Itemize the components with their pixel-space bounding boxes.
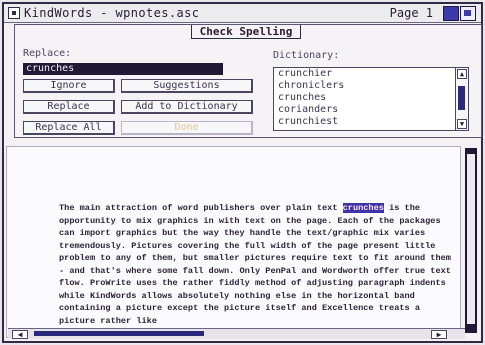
paragraph-text-after: is the opportunity to mix graphics in wi…	[59, 203, 451, 326]
dictionary-scrollbar[interactable]: ▲ ▼	[455, 68, 468, 130]
scroll-left-arrow-icon[interactable]: ◀	[12, 330, 28, 339]
dictionary-item[interactable]: crunchiest	[274, 116, 468, 128]
misspelled-word-highlight[interactable]: crunches	[342, 203, 384, 213]
kindwords-window: KindWords - wpnotes.asc Page 1 Check Spe…	[2, 2, 483, 343]
scroll-up-arrow-icon[interactable]: ▲	[457, 69, 467, 79]
dictionary-item[interactable]: corianders	[274, 104, 468, 116]
dictionary-list[interactable]: crunchier chroniclers crunches coriander…	[273, 67, 469, 131]
replace-label: Replace:	[23, 48, 72, 59]
paragraph-text-before: The main attraction of word publishers o…	[59, 203, 343, 213]
title-bar[interactable]: KindWords - wpnotes.asc Page 1	[4, 4, 481, 23]
check-spelling-dialog: Check Spelling Replace: crunches Diction…	[14, 24, 482, 138]
replace-all-button[interactable]: Replace All	[23, 121, 115, 135]
scroll-right-arrow-icon[interactable]: ▶	[431, 330, 447, 339]
dialog-title: Check Spelling	[191, 25, 301, 39]
ignore-button[interactable]: Ignore	[23, 79, 115, 93]
replace-button[interactable]: Replace	[23, 100, 115, 114]
document-paragraph: The main attraction of word publishers o…	[59, 202, 457, 327]
dictionary-item[interactable]: chroniclers	[274, 80, 468, 92]
vertical-scrollbar[interactable]	[465, 148, 477, 333]
page-indicator: Page 1	[389, 6, 433, 20]
done-button[interactable]: Done	[121, 121, 253, 135]
suggestions-button[interactable]: Suggestions	[121, 79, 253, 93]
dictionary-label: Dictionary:	[273, 50, 340, 61]
close-gadget-icon[interactable]	[8, 7, 20, 19]
vertical-scroll-track[interactable]	[467, 154, 475, 324]
dictionary-item[interactable]: crunches	[274, 92, 468, 104]
dictionary-item[interactable]: crunchier	[274, 68, 468, 80]
horizontal-scrollbar[interactable]: ◀ ▶	[8, 328, 465, 339]
replace-word-field[interactable]: crunches	[23, 63, 223, 75]
scroll-down-arrow-icon[interactable]: ▼	[457, 119, 467, 129]
depth-gadget-icon[interactable]	[443, 6, 459, 21]
add-to-dictionary-button[interactable]: Add to Dictionary	[121, 100, 253, 114]
dictionary-scroll-thumb[interactable]	[458, 86, 465, 110]
zoom-gadget-icon[interactable]	[460, 6, 476, 21]
document-area[interactable]: The main attraction of word publishers o…	[6, 146, 461, 338]
window-title: KindWords - wpnotes.asc	[24, 6, 200, 20]
horizontal-scroll-thumb[interactable]	[34, 331, 204, 336]
